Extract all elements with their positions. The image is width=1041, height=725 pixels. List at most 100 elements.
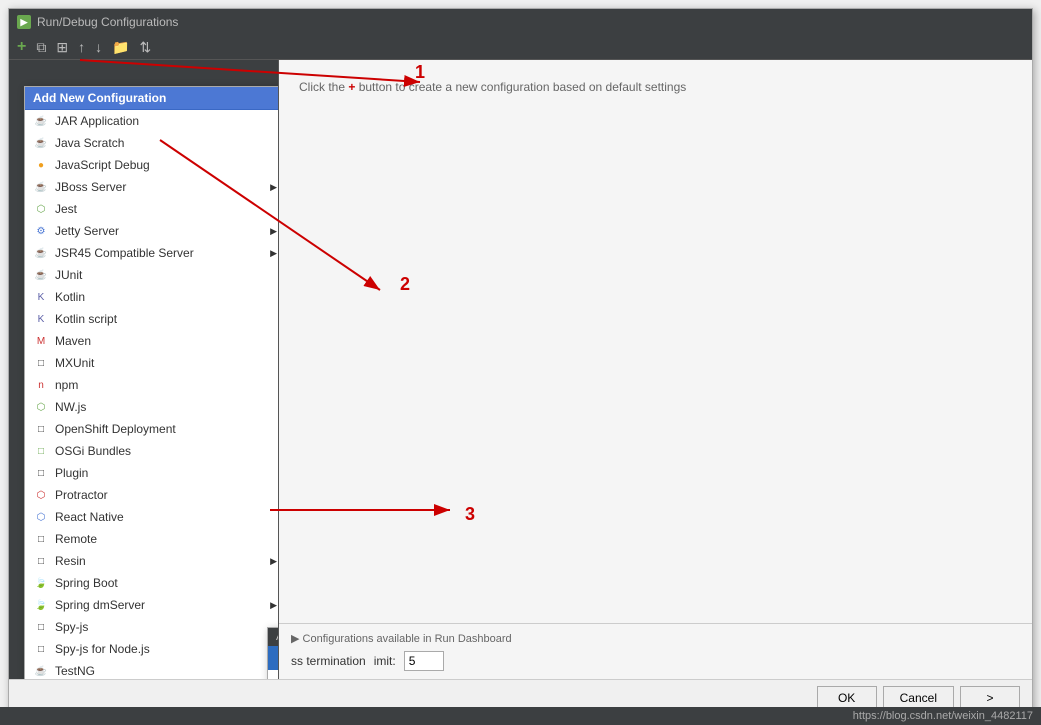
kotlin-icon: K — [33, 289, 49, 305]
menu-item-jest[interactable]: ⬡ Jest — [25, 198, 279, 220]
menu-item-junit[interactable]: ☕ JUnit — [25, 264, 279, 286]
menu-item-kotlin-script[interactable]: K Kotlin script — [25, 308, 279, 330]
menu-item-junit-label: JUnit — [55, 268, 82, 282]
menu-item-remote[interactable]: □ Remote — [25, 528, 279, 550]
jest-icon: ⬡ — [33, 201, 49, 217]
spy-js-icon: □ — [33, 619, 49, 635]
add-new-config-dropdown: Add New Configuration ☕ JAR Application … — [24, 86, 279, 679]
menu-item-jsr45-label: JSR45 Compatible Server — [55, 246, 194, 260]
menu-item-osgi[interactable]: □ OSGi Bundles — [25, 440, 279, 462]
menu-item-react-native-label: React Native — [55, 510, 124, 524]
menu-item-maven[interactable]: M Maven — [25, 330, 279, 352]
right-content: Click the + button to create a new confi… — [279, 60, 1032, 623]
menu-item-osgi-label: OSGi Bundles — [55, 444, 131, 458]
tomcat-local-item[interactable]: 🖥 Local — [268, 646, 279, 670]
menu-item-plugin[interactable]: □ Plugin — [25, 462, 279, 484]
menu-item-spring-dm-label: Spring dmServer — [55, 598, 145, 612]
menu-item-mxunit-label: MXUnit — [55, 356, 94, 370]
jetty-icon: ⚙ — [33, 223, 49, 239]
menu-item-plugin-label: Plugin — [55, 466, 88, 480]
menu-item-remote-label: Remote — [55, 532, 97, 546]
move-down-button[interactable]: ↓ — [91, 38, 106, 56]
plugin-icon: □ — [33, 465, 49, 481]
testng-icon: ☕ — [33, 663, 49, 679]
menu-item-spy-js-node[interactable]: □ Spy-js for Node.js — [25, 638, 279, 660]
menu-item-openshift-label: OpenShift Deployment — [55, 422, 176, 436]
menu-item-js-debug[interactable]: ● JavaScript Debug — [25, 154, 279, 176]
jboss-icon: ☕ — [33, 179, 49, 195]
left-panel: Add New Configuration ☕ JAR Application … — [9, 60, 279, 679]
menu-item-testng-label: TestNG — [55, 664, 95, 678]
tomcat-remote-item[interactable]: 🌐 Remote — [268, 670, 279, 679]
menu-item-resin[interactable]: □ Resin — [25, 550, 279, 572]
menu-item-protractor-label: Protractor — [55, 488, 108, 502]
menu-item-npm-label: npm — [55, 378, 78, 392]
folder-button[interactable]: 📁 — [108, 38, 133, 56]
move-up-button[interactable]: ↑ — [74, 38, 89, 56]
menu-item-kotlin[interactable]: K Kotlin — [25, 286, 279, 308]
menu-item-nwjs[interactable]: ⬡ NW.js — [25, 396, 279, 418]
bottom-controls: ss termination imit: — [291, 651, 1020, 671]
group-config-button[interactable]: ⊞ — [52, 38, 72, 56]
menu-item-npm[interactable]: n npm — [25, 374, 279, 396]
hint-text: Click the + button to create a new confi… — [299, 80, 1012, 94]
toolbar: + ⧉ ⊞ ↑ ↓ 📁 ⇅ — [9, 35, 1032, 60]
npm-icon: n — [33, 377, 49, 393]
menu-item-react-native[interactable]: ⬡ React Native — [25, 506, 279, 528]
menu-item-kotlin-label: Kotlin — [55, 290, 85, 304]
mxunit-icon: □ — [33, 355, 49, 371]
spring-boot-icon: 🍃 — [33, 575, 49, 591]
status-url: https://blog.csdn.net/weixin_4482117 — [853, 710, 1033, 722]
kotlin-script-icon: K — [33, 311, 49, 327]
nwjs-icon: ⬡ — [33, 399, 49, 415]
tomcat-submenu: Add New 'Tomcat Server' Configuration 🖥 … — [267, 627, 279, 679]
menu-item-spy-js[interactable]: □ Spy-js — [25, 616, 279, 638]
jar-app-icon: ☕ — [33, 113, 49, 129]
menu-item-protractor[interactable]: ⬡ Protractor — [25, 484, 279, 506]
title-icon: ▶ — [17, 15, 31, 29]
right-panel: Click the + button to create a new confi… — [279, 60, 1032, 679]
menu-item-mxunit[interactable]: □ MXUnit — [25, 352, 279, 374]
run-dashboard-text[interactable]: ▶ Configurations available in Run Dashbo… — [291, 632, 1020, 645]
hint-prefix: Click the — [299, 80, 348, 94]
menu-item-java-scratch-label: Java Scratch — [55, 136, 124, 150]
menu-item-jsr45[interactable]: ☕ JSR45 Compatible Server — [25, 242, 279, 264]
osgi-icon: □ — [33, 443, 49, 459]
menu-item-spring-boot-label: Spring Boot — [55, 576, 118, 590]
sort-button[interactable]: ⇅ — [136, 38, 156, 56]
menu-item-spy-js-node-label: Spy-js for Node.js — [55, 642, 150, 656]
add-config-button[interactable]: + — [13, 37, 30, 57]
config-tree — [9, 60, 278, 68]
maven-icon: M — [33, 333, 49, 349]
tomcat-submenu-header: Add New 'Tomcat Server' Configuration — [268, 628, 279, 646]
jsr45-icon: ☕ — [33, 245, 49, 261]
menu-item-jetty[interactable]: ⚙ Jetty Server — [25, 220, 279, 242]
title-text: Run/Debug Configurations — [37, 15, 178, 29]
menu-item-maven-label: Maven — [55, 334, 91, 348]
menu-item-spring-dm[interactable]: 🍃 Spring dmServer — [25, 594, 279, 616]
resin-icon: □ — [33, 553, 49, 569]
menu-item-jar-app[interactable]: ☕ JAR Application — [25, 110, 279, 132]
spring-dm-icon: 🍃 — [33, 597, 49, 613]
menu-item-openshift[interactable]: □ OpenShift Deployment — [25, 418, 279, 440]
menu-item-nwjs-label: NW.js — [55, 400, 86, 414]
menu-item-spring-boot[interactable]: 🍃 Spring Boot — [25, 572, 279, 594]
menu-item-jest-label: Jest — [55, 202, 77, 216]
copy-config-button[interactable]: ⧉ — [32, 38, 50, 56]
java-scratch-icon: ☕ — [33, 135, 49, 151]
menu-item-testng[interactable]: ☕ TestNG — [25, 660, 279, 679]
menu-item-js-debug-label: JavaScript Debug — [55, 158, 150, 172]
remote-icon: □ — [33, 531, 49, 547]
spy-js-node-icon: □ — [33, 641, 49, 657]
menu-item-jboss-label: JBoss Server — [55, 180, 126, 194]
menu-item-java-scratch[interactable]: ☕ Java Scratch — [25, 132, 279, 154]
bottom-panel: ▶ Configurations available in Run Dashbo… — [279, 623, 1032, 679]
menu-item-jetty-label: Jetty Server — [55, 224, 119, 238]
title-bar: ▶ Run/Debug Configurations — [9, 9, 1032, 35]
menu-item-jar-label: JAR Application — [55, 114, 139, 128]
js-debug-icon: ● — [33, 157, 49, 173]
main-content: Add New Configuration ☕ JAR Application … — [9, 60, 1032, 679]
status-bar: https://blog.csdn.net/weixin_4482117 — [0, 707, 1041, 725]
menu-item-jboss[interactable]: ☕ JBoss Server — [25, 176, 279, 198]
limit-input[interactable] — [404, 651, 444, 671]
